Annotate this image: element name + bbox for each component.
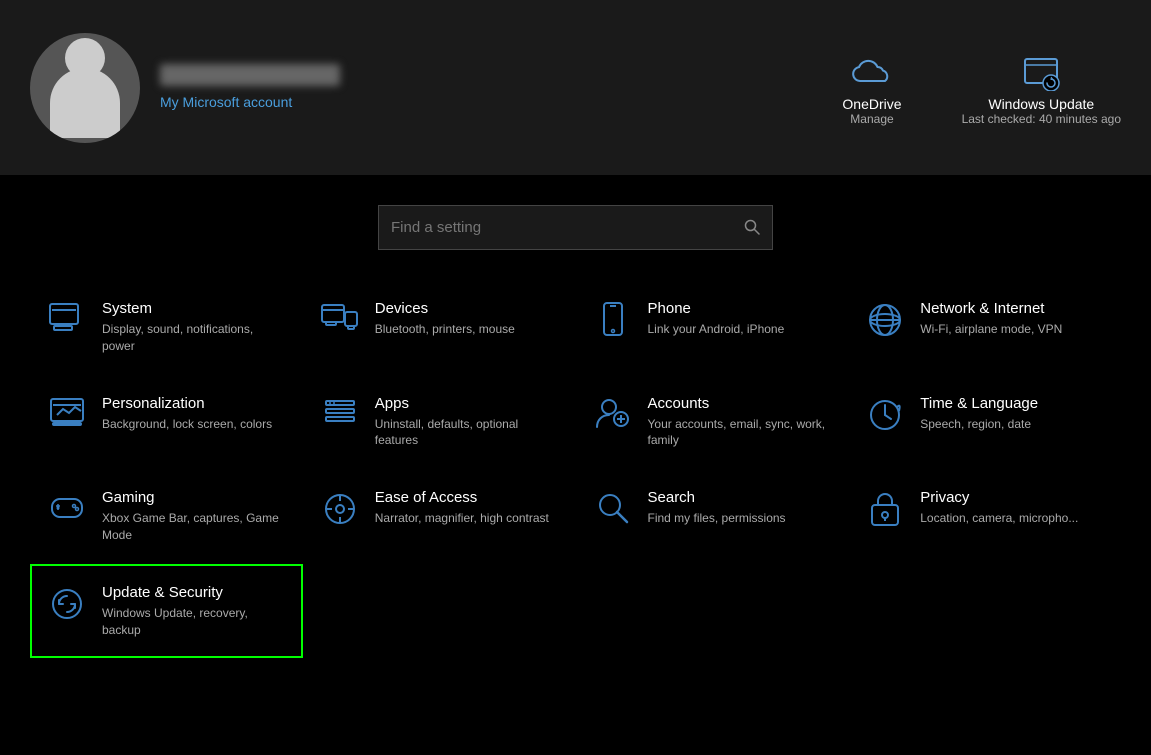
windows-update-button[interactable]: Windows Update Last checked: 40 minutes … bbox=[962, 50, 1121, 126]
setting-item-personalization[interactable]: Personalization Background, lock screen,… bbox=[30, 375, 303, 470]
update-title: Update & Security bbox=[102, 584, 286, 601]
windows-update-subtitle: Last checked: 40 minutes ago bbox=[962, 112, 1121, 126]
time-desc: Speech, region, date bbox=[920, 416, 1038, 433]
system-icon bbox=[47, 302, 87, 332]
avatar bbox=[30, 33, 140, 143]
privacy-desc: Location, camera, micropho... bbox=[920, 510, 1078, 527]
setting-item-privacy[interactable]: Privacy Location, camera, micropho... bbox=[848, 469, 1121, 564]
network-desc: Wi-Fi, airplane mode, VPN bbox=[920, 321, 1062, 338]
update-icon bbox=[47, 586, 87, 622]
ease-desc: Narrator, magnifier, high contrast bbox=[375, 510, 549, 527]
privacy-icon bbox=[865, 491, 905, 527]
gaming-icon bbox=[47, 491, 87, 523]
update-text: Update & Security Windows Update, recove… bbox=[102, 584, 286, 639]
system-desc: Display, sound, notifications, power bbox=[102, 321, 286, 355]
setting-item-time[interactable]: Time & Language Speech, region, date bbox=[848, 375, 1121, 470]
apps-desc: Uninstall, defaults, optional features bbox=[375, 416, 559, 450]
onedrive-subtitle: Manage bbox=[850, 112, 893, 126]
ease-title: Ease of Access bbox=[375, 489, 549, 506]
phone-title: Phone bbox=[648, 300, 785, 317]
gaming-text: Gaming Xbox Game Bar, captures, Game Mod… bbox=[102, 489, 286, 544]
setting-item-network[interactable]: Network & Internet Wi-Fi, airplane mode,… bbox=[848, 280, 1121, 375]
system-title: System bbox=[102, 300, 286, 317]
setting-item-search[interactable]: Search Find my files, permissions bbox=[576, 469, 849, 564]
devices-text: Devices Bluetooth, printers, mouse bbox=[375, 300, 515, 338]
devices-desc: Bluetooth, printers, mouse bbox=[375, 321, 515, 338]
account-name-blurred bbox=[160, 64, 340, 86]
search-container bbox=[0, 175, 1151, 270]
onedrive-button[interactable]: OneDrive Manage bbox=[842, 50, 901, 126]
network-icon bbox=[865, 302, 905, 338]
setting-item-ease[interactable]: Ease of Access Narrator, magnifier, high… bbox=[303, 469, 576, 564]
settings-grid: System Display, sound, notifications, po… bbox=[0, 270, 1151, 668]
time-text: Time & Language Speech, region, date bbox=[920, 395, 1038, 433]
header: My Microsoft account OneDrive Manage bbox=[0, 0, 1151, 175]
search-icon bbox=[593, 491, 633, 525]
search-text: Search Find my files, permissions bbox=[648, 489, 786, 527]
apps-text: Apps Uninstall, defaults, optional featu… bbox=[375, 395, 559, 450]
privacy-text: Privacy Location, camera, micropho... bbox=[920, 489, 1078, 527]
setting-item-devices[interactable]: Devices Bluetooth, printers, mouse bbox=[303, 280, 576, 375]
phone-desc: Link your Android, iPhone bbox=[648, 321, 785, 338]
personalization-text: Personalization Background, lock screen,… bbox=[102, 395, 272, 433]
privacy-title: Privacy bbox=[920, 489, 1078, 506]
accounts-text: Accounts Your accounts, email, sync, wor… bbox=[648, 395, 832, 450]
accounts-icon bbox=[593, 397, 633, 431]
ease-icon bbox=[320, 491, 360, 527]
setting-item-apps[interactable]: Apps Uninstall, defaults, optional featu… bbox=[303, 375, 576, 470]
ease-text: Ease of Access Narrator, magnifier, high… bbox=[375, 489, 549, 527]
account-info: My Microsoft account bbox=[160, 64, 340, 112]
windows-update-icon bbox=[1021, 50, 1061, 92]
setting-item-phone[interactable]: Phone Link your Android, iPhone bbox=[576, 280, 849, 375]
setting-item-system[interactable]: System Display, sound, notifications, po… bbox=[30, 280, 303, 375]
onedrive-icon bbox=[852, 50, 892, 92]
network-title: Network & Internet bbox=[920, 300, 1062, 317]
setting-item-gaming[interactable]: Gaming Xbox Game Bar, captures, Game Mod… bbox=[30, 469, 303, 564]
apps-title: Apps bbox=[375, 395, 559, 412]
network-text: Network & Internet Wi-Fi, airplane mode,… bbox=[920, 300, 1062, 338]
search-box bbox=[378, 205, 773, 250]
windows-update-title: Windows Update bbox=[988, 96, 1094, 112]
search-title: Search bbox=[648, 489, 786, 506]
my-microsoft-account-link[interactable]: My Microsoft account bbox=[160, 94, 292, 110]
accounts-desc: Your accounts, email, sync, work, family bbox=[648, 416, 832, 450]
phone-icon bbox=[593, 302, 633, 336]
gaming-desc: Xbox Game Bar, captures, Game Mode bbox=[102, 510, 286, 544]
apps-icon bbox=[320, 397, 360, 429]
time-title: Time & Language bbox=[920, 395, 1038, 412]
setting-item-update[interactable]: Update & Security Windows Update, recove… bbox=[30, 564, 303, 659]
system-text: System Display, sound, notifications, po… bbox=[102, 300, 286, 355]
personalization-icon bbox=[47, 397, 87, 427]
time-icon bbox=[865, 397, 905, 433]
devices-title: Devices bbox=[375, 300, 515, 317]
search-input[interactable] bbox=[391, 219, 744, 236]
update-desc: Windows Update, recovery, backup bbox=[102, 605, 286, 639]
gaming-title: Gaming bbox=[102, 489, 286, 506]
accounts-title: Accounts bbox=[648, 395, 832, 412]
personalization-desc: Background, lock screen, colors bbox=[102, 416, 272, 433]
search-icon[interactable] bbox=[744, 219, 760, 237]
setting-item-accounts[interactable]: Accounts Your accounts, email, sync, wor… bbox=[576, 375, 849, 470]
search-desc: Find my files, permissions bbox=[648, 510, 786, 527]
header-right-icons: OneDrive Manage Windows Update Last chec… bbox=[842, 50, 1121, 126]
phone-text: Phone Link your Android, iPhone bbox=[648, 300, 785, 338]
onedrive-title: OneDrive bbox=[842, 96, 901, 112]
personalization-title: Personalization bbox=[102, 395, 272, 412]
devices-icon bbox=[320, 302, 360, 332]
